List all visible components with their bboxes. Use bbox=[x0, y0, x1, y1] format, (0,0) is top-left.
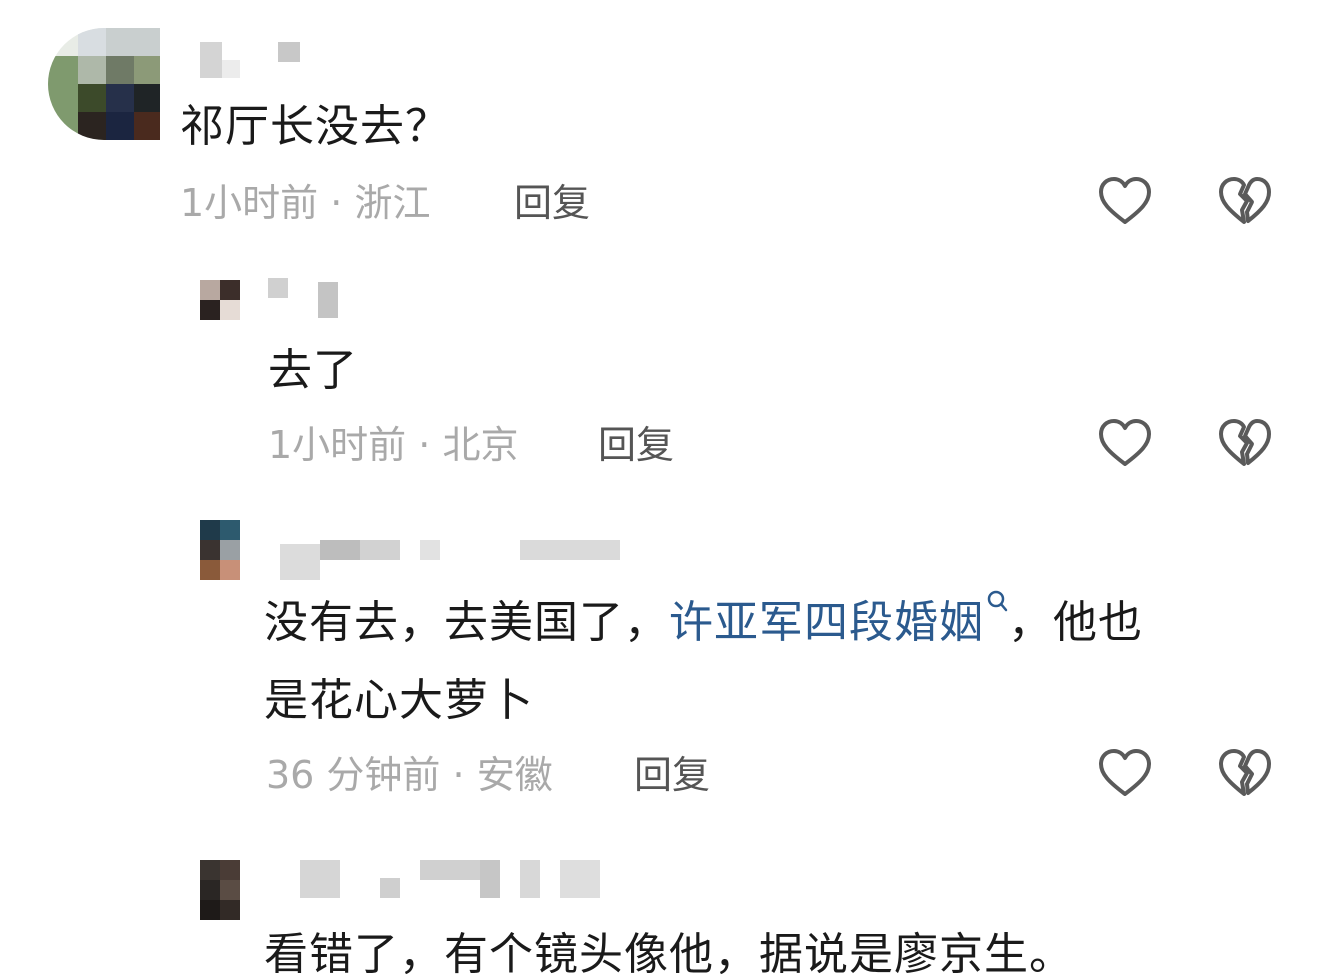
comment-text-part: 没有去，去美国了， bbox=[264, 597, 669, 648]
timestamp: 1小时前 bbox=[180, 181, 319, 225]
comment-text: 祁厅长没去？ bbox=[180, 101, 450, 152]
avatar[interactable] bbox=[200, 520, 240, 580]
comment-meta: 36 分钟前 · 安徽 bbox=[266, 750, 553, 800]
reply-button[interactable]: 回复 bbox=[514, 178, 590, 228]
reply-button[interactable]: 回复 bbox=[598, 420, 674, 470]
comment-text-part: ，他也 bbox=[1008, 597, 1143, 648]
heart-outline-icon[interactable] bbox=[1097, 174, 1153, 230]
broken-heart-icon[interactable] bbox=[1217, 746, 1273, 802]
location: 浙江 bbox=[354, 181, 431, 225]
timestamp: 1小时前 bbox=[268, 423, 407, 467]
comment-text: 去了 bbox=[268, 345, 358, 396]
avatar[interactable] bbox=[200, 280, 240, 320]
broken-heart-icon[interactable] bbox=[1217, 416, 1273, 472]
meta-separator: · bbox=[440, 753, 477, 797]
comment-text: 没有去，去美国了，许亚军四段婚姻 ，他也 bbox=[264, 584, 1143, 662]
avatar[interactable] bbox=[200, 860, 240, 920]
reply-button[interactable]: 回复 bbox=[634, 750, 710, 800]
comment-thread: 祁厅长没去？ 1小时前 · 浙江 回复 去了 1小时前 · 北京 回复 没有去，… bbox=[0, 0, 1320, 978]
comment-meta: 1小时前 · 北京 bbox=[268, 420, 518, 470]
username-redacted[interactable] bbox=[280, 540, 620, 580]
search-link-label[interactable]: 许亚军四段婚姻 bbox=[669, 597, 984, 648]
location: 北京 bbox=[442, 423, 519, 467]
search-icon[interactable] bbox=[986, 590, 1008, 620]
search-link[interactable]: 许亚军四段婚姻 bbox=[669, 590, 1008, 648]
comment-meta: 1小时前 · 浙江 bbox=[180, 178, 430, 228]
timestamp: 36 分钟前 bbox=[266, 753, 441, 797]
username-redacted[interactable] bbox=[280, 858, 600, 898]
heart-outline-icon[interactable] bbox=[1097, 746, 1153, 802]
heart-outline-icon[interactable] bbox=[1097, 416, 1153, 472]
broken-heart-icon[interactable] bbox=[1217, 174, 1273, 230]
username-redacted[interactable] bbox=[268, 278, 348, 318]
avatar[interactable] bbox=[48, 28, 160, 140]
meta-separator: · bbox=[406, 423, 443, 467]
comment-text: 看错了，有个镜头像他，据说是廖京生。 bbox=[264, 929, 1074, 978]
comment-text-line2: 是花心大萝卜 bbox=[264, 675, 534, 726]
username-redacted[interactable] bbox=[200, 40, 310, 80]
location: 安徽 bbox=[476, 753, 553, 797]
meta-separator: · bbox=[318, 181, 355, 225]
